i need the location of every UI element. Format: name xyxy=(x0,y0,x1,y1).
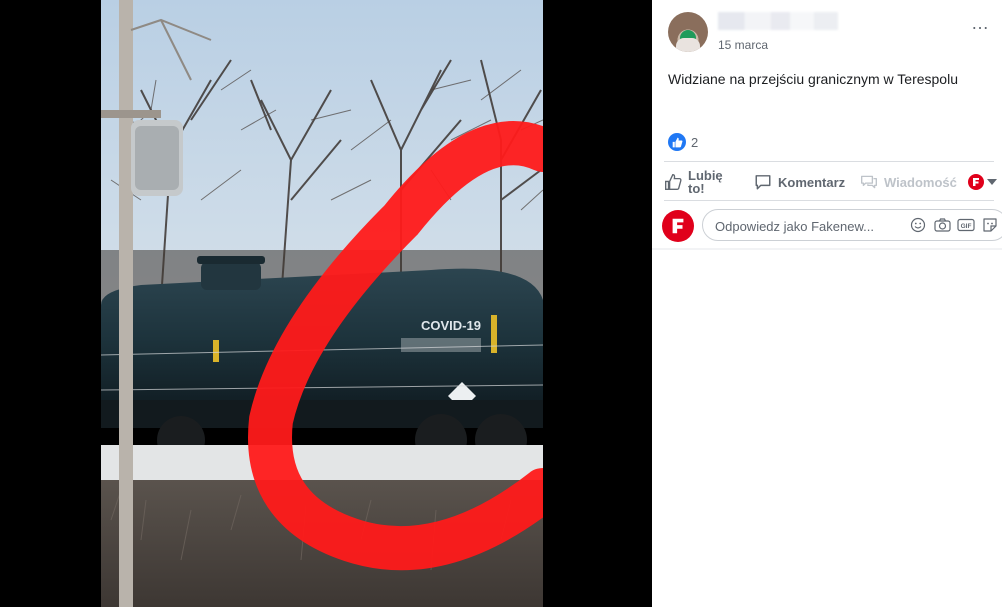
sticker-icon[interactable] xyxy=(981,216,999,234)
composer-icons: GIF xyxy=(909,216,999,234)
page-logo-icon xyxy=(672,218,684,234)
comment-icon xyxy=(755,175,771,190)
post-header: 15 marca … xyxy=(668,12,1002,56)
comment-box: GIF xyxy=(702,209,1002,242)
page-selector[interactable] xyxy=(968,174,997,190)
comment-label: Komentarz xyxy=(778,174,846,190)
page-avatar[interactable] xyxy=(662,210,694,242)
like-button[interactable]: Lubię to! xyxy=(660,167,748,197)
camera-icon[interactable] xyxy=(933,216,951,234)
message-label: Wiadomość xyxy=(884,174,957,190)
photo-viewer: COVID-19 xyxy=(0,0,652,607)
train-photo-illustration: COVID-19 xyxy=(101,0,543,607)
comment-input[interactable] xyxy=(713,210,887,242)
messenger-icon xyxy=(861,175,877,189)
author-avatar[interactable] xyxy=(668,12,708,52)
tank-marking-text: COVID-19 xyxy=(421,318,481,333)
post-panel: 15 marca … Widziane na przejściu granicz… xyxy=(652,0,1002,607)
more-icon[interactable]: … xyxy=(971,14,990,32)
reactions-summary[interactable]: 2 xyxy=(668,133,698,151)
like-outline-icon xyxy=(665,174,682,190)
thumbs-up-icon xyxy=(668,133,686,151)
svg-text:GIF: GIF xyxy=(961,223,972,230)
caret-down-icon xyxy=(987,179,997,185)
post-text: Widziane na przejściu granicznym w Teres… xyxy=(668,71,958,87)
comment-composer: GIF xyxy=(662,208,1002,246)
like-label-line2: to! xyxy=(688,181,705,196)
reaction-count: 2 xyxy=(691,134,699,150)
divider xyxy=(664,200,994,201)
post-date[interactable]: 15 marca xyxy=(718,38,768,52)
post-photo[interactable]: COVID-19 xyxy=(101,0,543,607)
section-separator xyxy=(652,248,1002,250)
page-logo-small-icon xyxy=(968,174,984,190)
divider xyxy=(664,161,994,162)
comment-button[interactable]: Komentarz xyxy=(750,171,856,193)
like-label: Lubię to! xyxy=(688,169,723,195)
author-name-redacted[interactable] xyxy=(718,12,838,30)
post-actions: Lubię to! Komentarz Wiadomość xyxy=(660,166,998,198)
emoji-icon[interactable] xyxy=(909,216,927,234)
gif-icon[interactable]: GIF xyxy=(957,216,975,234)
message-button[interactable]: Wiadomość xyxy=(856,171,966,193)
